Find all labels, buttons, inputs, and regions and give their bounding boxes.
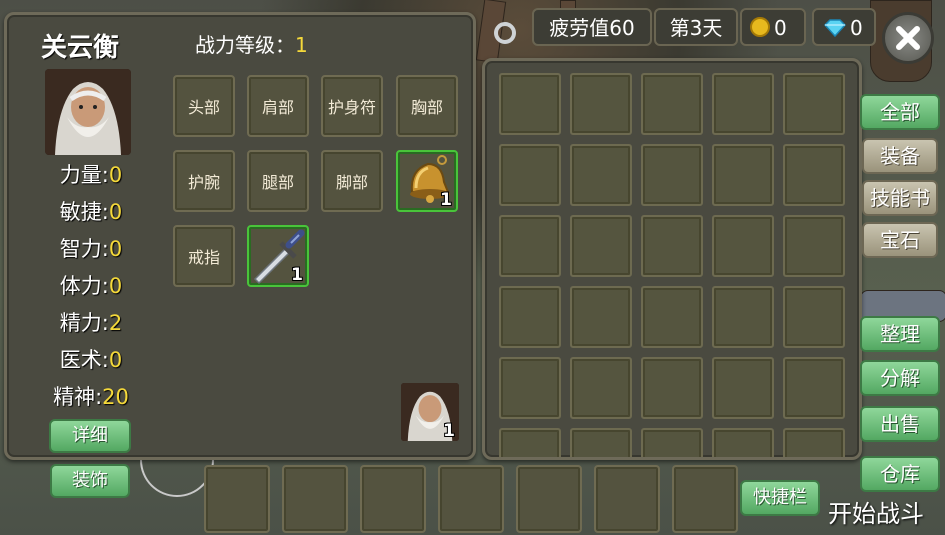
inventory-panel bbox=[482, 58, 862, 460]
gold-display: 0 bbox=[740, 8, 806, 46]
equip-slot-chest[interactable]: 胸部 bbox=[396, 75, 458, 137]
inventory-slot[interactable] bbox=[499, 215, 561, 277]
inventory-slot[interactable] bbox=[499, 144, 561, 206]
inventory-slot[interactable] bbox=[641, 73, 703, 135]
inventory-slot[interactable] bbox=[712, 215, 774, 277]
equip-slot-feet[interactable]: 脚部 bbox=[321, 150, 383, 212]
inventory-slot[interactable] bbox=[570, 428, 632, 457]
fatigue-value: 疲劳值60 bbox=[549, 16, 635, 40]
inventory-slot[interactable] bbox=[783, 357, 845, 419]
old-sage-face-icon bbox=[45, 69, 131, 155]
equip-slot-legs[interactable]: 腿部 bbox=[247, 150, 309, 212]
close-button[interactable] bbox=[882, 12, 934, 64]
stat-intelligence: 智力:0 bbox=[59, 237, 123, 261]
fatigue-display: 疲劳值60 bbox=[532, 8, 652, 46]
equip-slot-ring[interactable]: 戒指 bbox=[173, 225, 235, 287]
inventory-slot[interactable] bbox=[499, 357, 561, 419]
character-card[interactable]: 1 bbox=[401, 383, 459, 441]
character-panel: 关云衡 战力等级：1 力量:0 敏捷:0 智力:0 体力:0 精力:2 医术:0… bbox=[4, 12, 476, 460]
equip-slot-amulet[interactable]: 护身符 bbox=[321, 75, 383, 137]
gold-coin-icon bbox=[750, 17, 770, 37]
tab-all[interactable]: 全部 bbox=[860, 94, 940, 130]
decoration-button[interactable]: 装饰 bbox=[50, 464, 130, 498]
sword-quantity: 1 bbox=[291, 265, 303, 285]
inventory-slot[interactable] bbox=[783, 286, 845, 348]
inventory-grid bbox=[499, 73, 859, 457]
quickbar-slot[interactable] bbox=[672, 465, 738, 533]
inventory-slot[interactable] bbox=[641, 144, 703, 206]
quickbar-slot[interactable] bbox=[438, 465, 504, 533]
inventory-slot[interactable] bbox=[712, 73, 774, 135]
start-battle-label: 开始战斗 bbox=[828, 500, 924, 528]
inventory-slot[interactable] bbox=[783, 215, 845, 277]
stat-medicine: 医术:0 bbox=[59, 348, 123, 372]
inventory-slot[interactable] bbox=[712, 357, 774, 419]
tab-gems[interactable]: 宝石 bbox=[862, 222, 938, 258]
tab-skill-books[interactable]: 技能书 bbox=[862, 180, 938, 216]
diamond-value: 0 bbox=[850, 16, 863, 40]
stat-agility: 敏捷:0 bbox=[59, 200, 123, 224]
inventory-slot[interactable] bbox=[783, 428, 845, 457]
equipped-sword-item[interactable]: 1 bbox=[247, 225, 309, 287]
quickbar-slot[interactable] bbox=[516, 465, 582, 533]
stat-strength: 力量:0 bbox=[59, 163, 123, 187]
inventory-slot[interactable] bbox=[570, 357, 632, 419]
inventory-slot[interactable] bbox=[712, 286, 774, 348]
sell-button[interactable]: 出售 bbox=[860, 406, 940, 442]
day-display: 第3天 bbox=[654, 8, 738, 46]
diamond-icon bbox=[824, 19, 846, 37]
day-value: 第3天 bbox=[669, 16, 723, 40]
tab-equipment[interactable]: 装备 bbox=[862, 138, 938, 174]
inventory-slot[interactable] bbox=[712, 144, 774, 206]
close-icon bbox=[896, 26, 920, 50]
inventory-slot[interactable] bbox=[641, 215, 703, 277]
start-battle-button[interactable]: 开始战斗 bbox=[770, 490, 945, 530]
inventory-slot[interactable] bbox=[570, 215, 632, 277]
inventory-slot[interactable] bbox=[570, 73, 632, 135]
warehouse-button[interactable]: 仓库 bbox=[860, 456, 940, 492]
quickbar-slot[interactable] bbox=[360, 465, 426, 533]
character-name: 关云衡 bbox=[41, 33, 120, 63]
stat-stamina: 体力:0 bbox=[59, 274, 123, 298]
inventory-slot[interactable] bbox=[783, 73, 845, 135]
gold-value: 0 bbox=[774, 16, 787, 40]
inventory-slot[interactable] bbox=[499, 73, 561, 135]
character-card-quantity: 1 bbox=[443, 421, 455, 441]
inventory-slot[interactable] bbox=[570, 286, 632, 348]
inventory-slot[interactable] bbox=[570, 144, 632, 206]
equipped-bell-item[interactable]: 1 bbox=[396, 150, 458, 212]
inventory-slot[interactable] bbox=[499, 428, 561, 457]
inventory-slot[interactable] bbox=[641, 286, 703, 348]
equip-slot-head[interactable]: 头部 bbox=[173, 75, 235, 137]
quickbar bbox=[204, 465, 744, 535]
decompose-button[interactable]: 分解 bbox=[860, 360, 940, 396]
diamond-display: 0 bbox=[812, 8, 876, 46]
inventory-slot[interactable] bbox=[641, 428, 703, 457]
power-level-label: 战力等级： bbox=[195, 33, 295, 57]
equip-slot-wrist[interactable]: 护腕 bbox=[173, 150, 235, 212]
sort-button[interactable]: 整理 bbox=[860, 316, 940, 352]
topbar-settings-icon[interactable] bbox=[494, 22, 516, 44]
character-portrait bbox=[45, 69, 131, 155]
quickbar-slot[interactable] bbox=[204, 465, 270, 533]
inventory-slot[interactable] bbox=[641, 357, 703, 419]
power-level-value: 1 bbox=[295, 33, 308, 57]
quickbar-slot[interactable] bbox=[282, 465, 348, 533]
bell-quantity: 1 bbox=[440, 190, 452, 210]
inventory-slot[interactable] bbox=[499, 286, 561, 348]
detail-button[interactable]: 详细 bbox=[49, 419, 131, 453]
stat-spirit: 精神:20 bbox=[53, 385, 129, 409]
equip-slot-shoulder[interactable]: 肩部 bbox=[247, 75, 309, 137]
inventory-slot[interactable] bbox=[783, 144, 845, 206]
quickbar-slot[interactable] bbox=[594, 465, 660, 533]
stat-energy: 精力:2 bbox=[59, 311, 123, 335]
inventory-slot[interactable] bbox=[712, 428, 774, 457]
power-level: 战力等级：1 bbox=[195, 29, 308, 58]
stats-list: 力量:0 敏捷:0 智力:0 体力:0 精力:2 医术:0 精神:20 bbox=[17, 159, 165, 419]
